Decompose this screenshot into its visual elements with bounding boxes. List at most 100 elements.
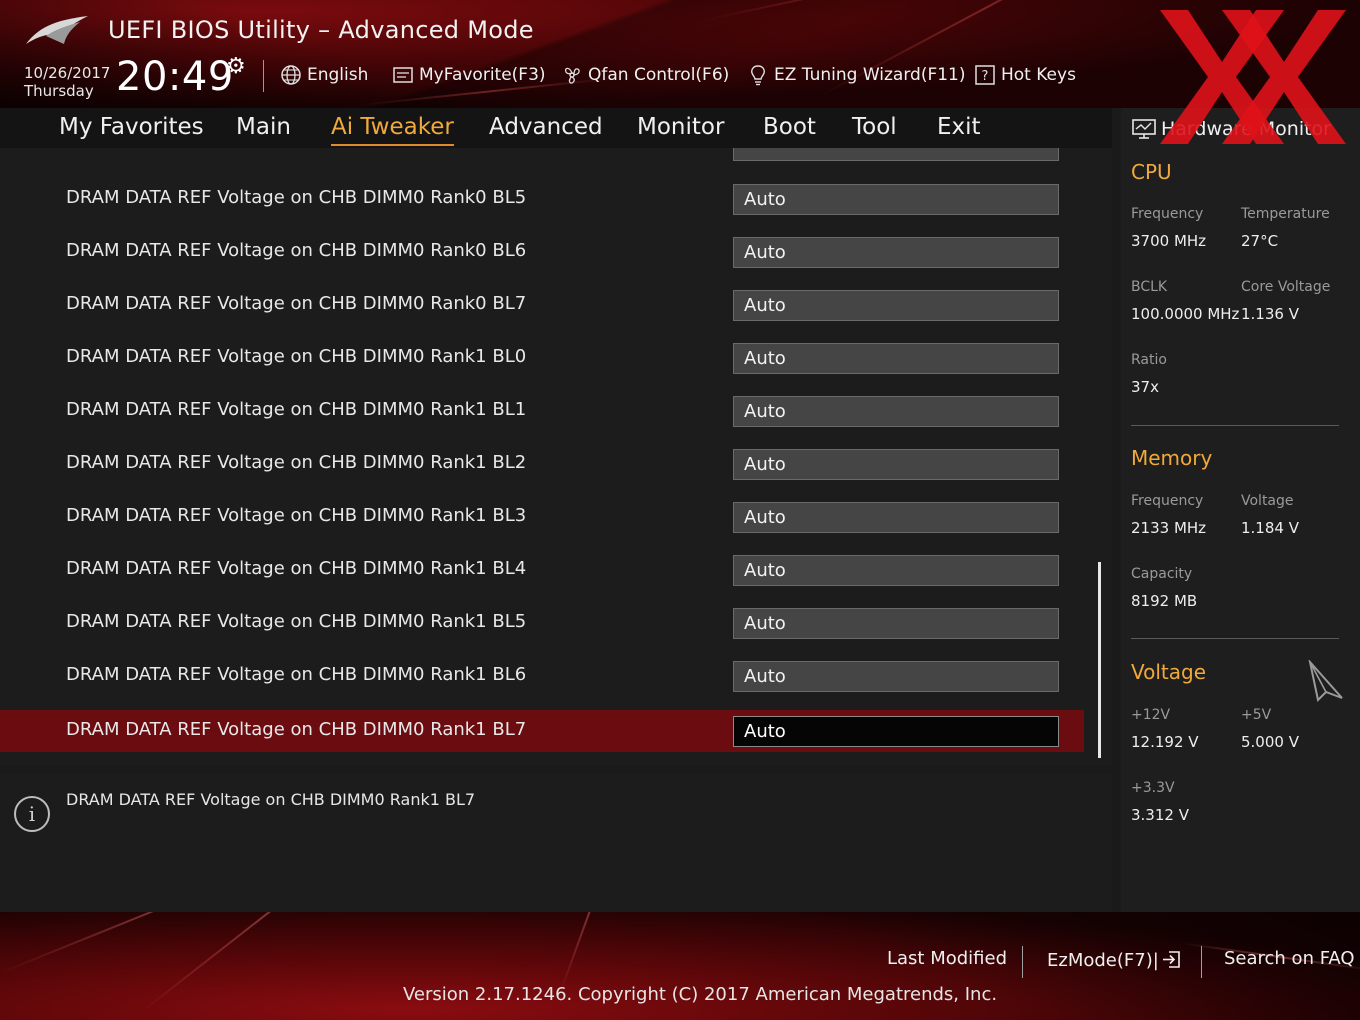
cpu-temperature-label: Temperature — [1241, 206, 1330, 222]
tab-monitor[interactable]: Monitor — [637, 112, 724, 142]
watermark-x-logo — [1160, 10, 1346, 144]
footer-divider — [1022, 946, 1023, 978]
tab-advanced[interactable]: Advanced — [489, 112, 603, 142]
v5-label: +5V — [1241, 707, 1272, 723]
favorite-icon — [391, 63, 415, 87]
setting-row[interactable]: DRAM DATA REF Voltage on CHB DIMM0 Rank1… — [0, 496, 1084, 538]
ezmode-button[interactable]: EzMode(F7)| — [1047, 948, 1183, 971]
hot-keys-label: Hot Keys — [1001, 65, 1076, 85]
setting-value-dropdown[interactable]: Auto — [733, 449, 1059, 480]
hardware-monitor-panel: Hardware Monitor CPU Frequency Temperatu… — [1121, 108, 1360, 912]
exit-arrow-icon — [1162, 951, 1180, 968]
day-text: Thursday — [24, 82, 94, 100]
description-panel: i DRAM DATA REF Voltage on CHB DIMM0 Ran… — [0, 774, 1112, 912]
setting-row[interactable]: DRAM DATA REF Voltage on CHB DIMM0 Rank0… — [0, 178, 1084, 220]
bclk-value: 100.0000 MHz — [1131, 305, 1240, 323]
setting-value-dropdown[interactable]: Auto — [733, 555, 1059, 586]
last-modified-button[interactable]: Last Modified — [887, 948, 1007, 969]
v12-value: 12.192 V — [1131, 733, 1199, 751]
settings-scrollbar[interactable] — [1098, 562, 1101, 758]
memory-frequency-label: Frequency — [1131, 493, 1204, 509]
cpu-section-title: CPU — [1131, 160, 1172, 184]
footer-divider — [1201, 946, 1202, 978]
language-label: English — [307, 65, 369, 85]
bclk-label: BCLK — [1131, 279, 1168, 295]
setting-value-dropdown[interactable]: Auto — [733, 502, 1059, 533]
setting-label: DRAM DATA REF Voltage on CHB DIMM0 Rank0… — [66, 187, 527, 208]
setting-label: DRAM DATA REF Voltage on CHB DIMM0 Rank1… — [66, 505, 527, 526]
setting-row[interactable]: DRAM DATA REF Voltage on CHB DIMM0 Rank1… — [0, 443, 1084, 485]
setting-value-dropdown[interactable]: Auto — [733, 608, 1059, 639]
ezmode-label: EzMode(F7)| — [1047, 950, 1159, 971]
setting-row[interactable]: DRAM DATA REF Voltage on CHB DIMM0 Rank0… — [0, 231, 1084, 273]
hot-keys-button[interactable]: ? Hot Keys — [973, 62, 1076, 88]
cpu-frequency-label: Frequency — [1131, 206, 1204, 222]
qfan-label: Qfan Control(F6) — [588, 65, 730, 85]
setting-label: DRAM DATA REF Voltage on CHB DIMM0 Rank1… — [66, 664, 527, 685]
ez-tuning-label: EZ Tuning Wizard(F11) — [774, 65, 966, 85]
memory-voltage-value: 1.184 V — [1241, 519, 1299, 537]
setting-label: DRAM DATA REF Voltage on CHB DIMM0 Rank1… — [66, 558, 527, 579]
memory-section-title: Memory — [1131, 446, 1213, 470]
tab-my-favorites[interactable]: My Favorites — [59, 112, 204, 142]
settings-panel: DRAM DATA REF Voltage on CHB DIMM0 Rank0… — [0, 148, 1112, 766]
setting-value-dropdown[interactable]: Auto — [733, 716, 1059, 747]
setting-value-dropdown[interactable]: Auto — [733, 396, 1059, 427]
setting-value-dropdown[interactable]: Auto — [733, 343, 1059, 374]
help-icon: ? — [973, 63, 997, 87]
setting-label: DRAM DATA REF Voltage on CHB DIMM0 Rank1… — [66, 346, 527, 367]
cpu-frequency-value: 3700 MHz — [1131, 232, 1207, 250]
bulb-icon — [746, 63, 770, 87]
core-voltage-value: 1.136 V — [1241, 305, 1299, 323]
myfavorite-label: MyFavorite(F3) — [419, 65, 546, 85]
section-divider — [1131, 638, 1339, 639]
setting-row[interactable]: DRAM DATA REF Voltage on CHB DIMM0 Rank0… — [0, 284, 1084, 326]
setting-value-dropdown[interactable]: Auto — [733, 661, 1059, 692]
setting-label: DRAM DATA REF Voltage on CHB DIMM0 Rank1… — [66, 452, 527, 473]
ratio-value: 37x — [1131, 378, 1159, 396]
rog-logo-icon — [26, 16, 88, 44]
clock: 20:49 — [116, 54, 234, 100]
tab-main[interactable]: Main — [236, 112, 291, 142]
v33-value: 3.312 V — [1131, 806, 1189, 824]
header-divider — [263, 60, 264, 92]
myfavorite-button[interactable]: MyFavorite(F3) — [391, 62, 546, 88]
setting-value-dropdown[interactable]: Auto — [733, 184, 1059, 215]
v12-label: +12V — [1131, 707, 1171, 723]
language-button[interactable]: English — [279, 62, 368, 88]
setting-value-dropdown[interactable]: Auto — [733, 237, 1059, 268]
setting-row[interactable]: DRAM DATA REF Voltage on CHB DIMM0 Rank1… — [0, 337, 1084, 379]
description-text: DRAM DATA REF Voltage on CHB DIMM0 Rank1… — [66, 790, 476, 809]
setting-label: DRAM DATA REF Voltage on CHB DIMM0 Rank0… — [66, 240, 527, 261]
setting-label: DRAM DATA REF Voltage on CHB DIMM0 Rank1… — [66, 399, 527, 420]
setting-value-dropdown[interactable]: Auto — [733, 290, 1059, 321]
setting-label: DRAM DATA REF Voltage on CHB DIMM0 Rank0… — [66, 293, 527, 314]
date-text: 10/26/2017 — [24, 64, 111, 82]
setting-value-partial[interactable] — [733, 148, 1059, 161]
tab-boot[interactable]: Boot — [763, 112, 816, 142]
setting-row[interactable]: DRAM DATA REF Voltage on CHB DIMM0 Rank1… — [0, 602, 1084, 644]
date-display: 10/26/2017 Thursday — [24, 64, 110, 100]
setting-row-selected[interactable]: DRAM DATA REF Voltage on CHB DIMM0 Rank1… — [0, 710, 1084, 752]
v5-value: 5.000 V — [1241, 733, 1299, 751]
version-text: Version 2.17.1246. Copyright (C) 2017 Am… — [403, 984, 998, 1005]
core-voltage-label: Core Voltage — [1241, 279, 1331, 295]
voltage-section-title: Voltage — [1131, 660, 1207, 684]
app-title: UEFI BIOS Utility – Advanced Mode — [108, 16, 534, 44]
search-faq-button[interactable]: Search on FAQ — [1224, 948, 1355, 969]
capacity-label: Capacity — [1131, 566, 1193, 582]
ez-tuning-button[interactable]: EZ Tuning Wizard(F11) — [746, 62, 966, 88]
memory-voltage-label: Voltage — [1241, 493, 1294, 509]
tab-exit[interactable]: Exit — [937, 112, 981, 142]
cpu-temperature-value: 27°C — [1241, 232, 1279, 250]
info-icon: i — [14, 796, 50, 832]
setting-row[interactable]: DRAM DATA REF Voltage on CHB DIMM0 Rank1… — [0, 549, 1084, 591]
capacity-value: 8192 MB — [1131, 592, 1198, 610]
tab-tool[interactable]: Tool — [852, 112, 897, 142]
globe-icon — [279, 63, 303, 87]
gear-icon[interactable]: ⚙ — [226, 54, 246, 79]
setting-row[interactable]: DRAM DATA REF Voltage on CHB DIMM0 Rank1… — [0, 655, 1084, 697]
tab-ai-tweaker[interactable]: Ai Tweaker — [331, 112, 454, 146]
setting-row[interactable]: DRAM DATA REF Voltage on CHB DIMM0 Rank1… — [0, 390, 1084, 432]
qfan-button[interactable]: Qfan Control(F6) — [560, 62, 729, 88]
